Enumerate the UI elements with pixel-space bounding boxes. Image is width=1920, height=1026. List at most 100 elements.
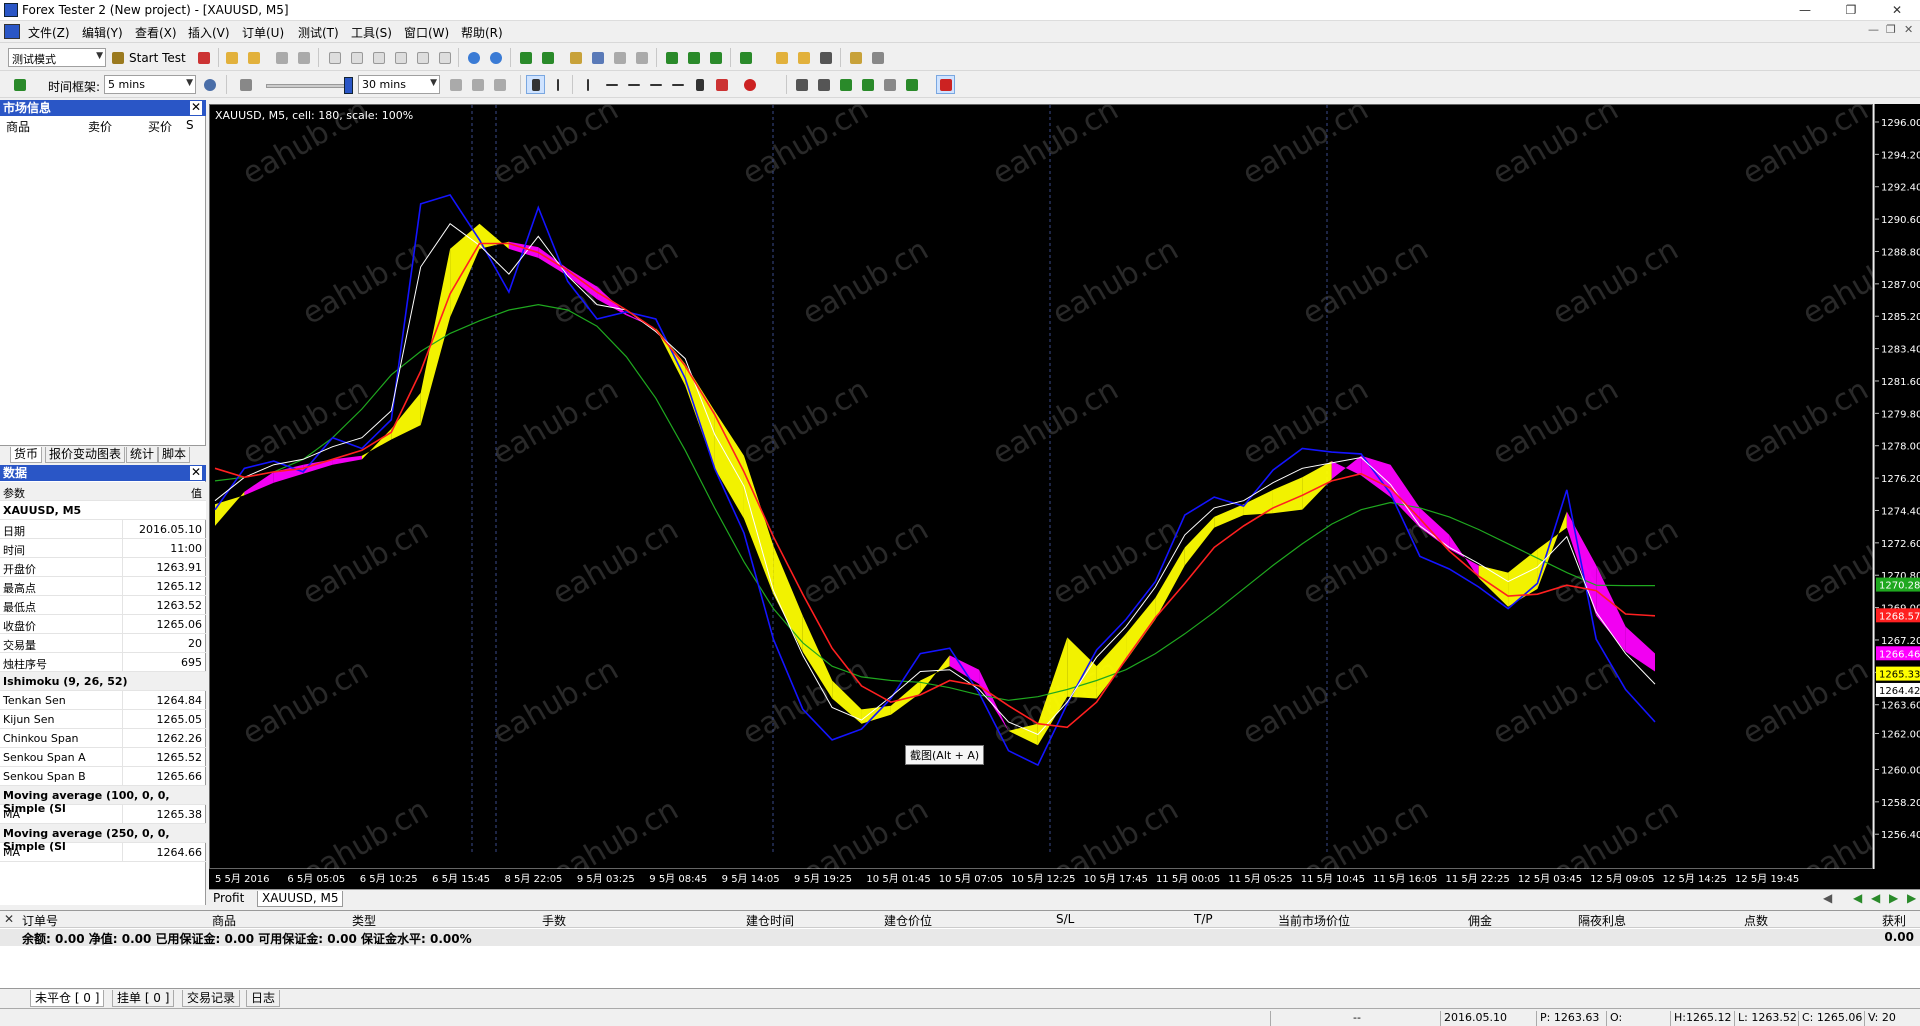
- price-scale[interactable]: 1296.00 1294.20 1292.40 1290.60 1288.80 1287.…: [1874, 104, 1920, 869]
- close-icon[interactable]: ✕: [1874, 0, 1920, 21]
- zigzag-icon[interactable]: [880, 75, 899, 94]
- vertical-line-icon[interactable]: [578, 75, 597, 94]
- bars-icon[interactable]: [814, 75, 833, 94]
- column-open-price[interactable]: 建仓价位: [884, 912, 932, 929]
- close-icon[interactable]: ✕: [4, 912, 14, 926]
- column-ask[interactable]: 买价: [148, 118, 172, 135]
- open-icon[interactable]: [222, 48, 241, 67]
- horizontal-line-icon[interactable]: [602, 75, 621, 94]
- line-chart-icon[interactable]: [662, 48, 681, 67]
- channel-icon[interactable]: [836, 75, 855, 94]
- next-icon[interactable]: ▶: [1885, 891, 1902, 907]
- column-spread[interactable]: S: [186, 118, 194, 132]
- doc-dollar-icon[interactable]: [435, 48, 454, 67]
- tab-journal[interactable]: 日志: [246, 990, 281, 1007]
- ray-icon[interactable]: [646, 75, 665, 94]
- column-symbol[interactable]: 商品: [212, 912, 236, 929]
- menu-help[interactable]: 帮助(R): [461, 24, 503, 41]
- mode-select[interactable]: 测试模式 ▼: [8, 48, 106, 67]
- lines-icon[interactable]: [792, 75, 811, 94]
- start-test-icon[interactable]: [108, 48, 127, 67]
- menu-window[interactable]: 窗口(W): [404, 24, 449, 41]
- chart-canvas[interactable]: eahub.cn eahub.cn eahub.cn eahub.cn eahub.cn…: [210, 105, 1874, 870]
- menu-view[interactable]: 查看(X): [135, 24, 177, 41]
- menu-file[interactable]: 文件(Z): [28, 24, 70, 41]
- tab-open-positions[interactable]: 未平仓 [ 0 ]: [30, 990, 105, 1007]
- column-points[interactable]: 点数: [1744, 912, 1768, 929]
- column-order-id[interactable]: 订单号: [22, 912, 58, 929]
- new-page-icon[interactable]: [325, 48, 344, 67]
- price-chart[interactable]: eahub.cn eahub.cn eahub.cn eahub.cn eahub.cn…: [209, 104, 1874, 870]
- close-chart-icon[interactable]: [610, 48, 629, 67]
- ohlc-icon[interactable]: [684, 48, 703, 67]
- menu-order[interactable]: 订单(U): [242, 24, 284, 41]
- wave-icon[interactable]: [668, 75, 687, 94]
- speed-icon[interactable]: [200, 75, 219, 94]
- step-bar-icon[interactable]: [490, 75, 509, 94]
- mdi-minimize-icon[interactable]: —: [1868, 23, 1879, 36]
- fibonacci-icon[interactable]: [712, 75, 731, 94]
- close-icon[interactable]: ✕: [190, 466, 202, 480]
- copy-icon[interactable]: [272, 48, 291, 67]
- menu-edit[interactable]: 编辑(Y): [82, 24, 123, 41]
- zoom-out-icon[interactable]: [486, 48, 505, 67]
- speed-select[interactable]: 30 mins ▼: [358, 75, 440, 94]
- trend-line-icon[interactable]: [624, 75, 643, 94]
- cross-chart-icon[interactable]: [632, 48, 651, 67]
- candles-icon[interactable]: [706, 48, 725, 67]
- add-chart-icon[interactable]: [10, 75, 29, 94]
- crosshair-icon[interactable]: [548, 75, 567, 94]
- close-icon[interactable]: ✕: [190, 101, 202, 115]
- chart-edit-icon[interactable]: [194, 48, 213, 67]
- minimize-icon[interactable]: —: [1782, 0, 1828, 21]
- pitchfork-icon[interactable]: [902, 75, 921, 94]
- menu-tools[interactable]: 工具(S): [351, 24, 392, 41]
- magnet-icon[interactable]: [936, 75, 955, 94]
- doc-m-icon[interactable]: [369, 48, 388, 67]
- tab-stats[interactable]: 统计: [126, 447, 159, 463]
- zoom-in-icon[interactable]: [464, 48, 483, 67]
- column-tp[interactable]: T/P: [1194, 912, 1213, 926]
- doc-x-icon[interactable]: [413, 48, 432, 67]
- column-symbol[interactable]: 商品: [6, 118, 30, 135]
- column-lots[interactable]: 手数: [542, 912, 566, 929]
- pause-icon[interactable]: [236, 75, 255, 94]
- template-icon[interactable]: [772, 48, 791, 67]
- mdi-restore-icon[interactable]: ❐: [1886, 23, 1896, 36]
- bar-chart-icon[interactable]: [516, 48, 535, 67]
- doc-check-icon[interactable]: [391, 48, 410, 67]
- timeframe-select[interactable]: 5 mins ▼: [104, 75, 196, 94]
- properties-icon[interactable]: [846, 48, 865, 67]
- shape-icon[interactable]: [740, 75, 759, 94]
- step-forward-icon[interactable]: [468, 75, 487, 94]
- speed-slider[interactable]: [266, 84, 350, 88]
- indicator-add-icon[interactable]: [736, 48, 755, 67]
- candle-chart-icon[interactable]: [538, 48, 557, 67]
- tab-pending-orders[interactable]: 挂单 [ 0 ]: [112, 990, 175, 1007]
- mdi-close-icon[interactable]: ✕: [1904, 23, 1913, 36]
- grid-icon[interactable]: [294, 48, 313, 67]
- tab-history[interactable]: 交易记录: [182, 990, 241, 1007]
- list-icon[interactable]: [868, 48, 887, 67]
- column-sl[interactable]: S/L: [1056, 912, 1074, 926]
- step-back-icon[interactable]: [446, 75, 465, 94]
- text-icon[interactable]: [690, 75, 709, 94]
- scroll-left-icon[interactable]: ◀: [1819, 891, 1836, 907]
- pause-doc-icon[interactable]: [347, 48, 366, 67]
- column-open-time[interactable]: 建仓时间: [746, 912, 794, 929]
- last-icon[interactable]: ▶: [1903, 891, 1920, 907]
- tab-currency[interactable]: 货币: [10, 447, 43, 463]
- tab-profit[interactable]: Profit: [209, 891, 248, 907]
- tab-scripts[interactable]: 脚本: [158, 447, 191, 463]
- document-icon[interactable]: [4, 24, 20, 39]
- column-profit[interactable]: 获利: [1882, 912, 1906, 929]
- money-icon[interactable]: [566, 48, 585, 67]
- fan-icon[interactable]: [858, 75, 877, 94]
- column-bid[interactable]: 卖价: [88, 118, 112, 135]
- prev-icon[interactable]: ◀: [1867, 891, 1884, 907]
- folder-icon[interactable]: [244, 48, 263, 67]
- camera-icon[interactable]: [816, 48, 835, 67]
- column-market-price[interactable]: 当前市场价位: [1278, 912, 1350, 929]
- restore-icon[interactable]: ❐: [1828, 0, 1874, 21]
- column-swap[interactable]: 隔夜利息: [1578, 912, 1626, 929]
